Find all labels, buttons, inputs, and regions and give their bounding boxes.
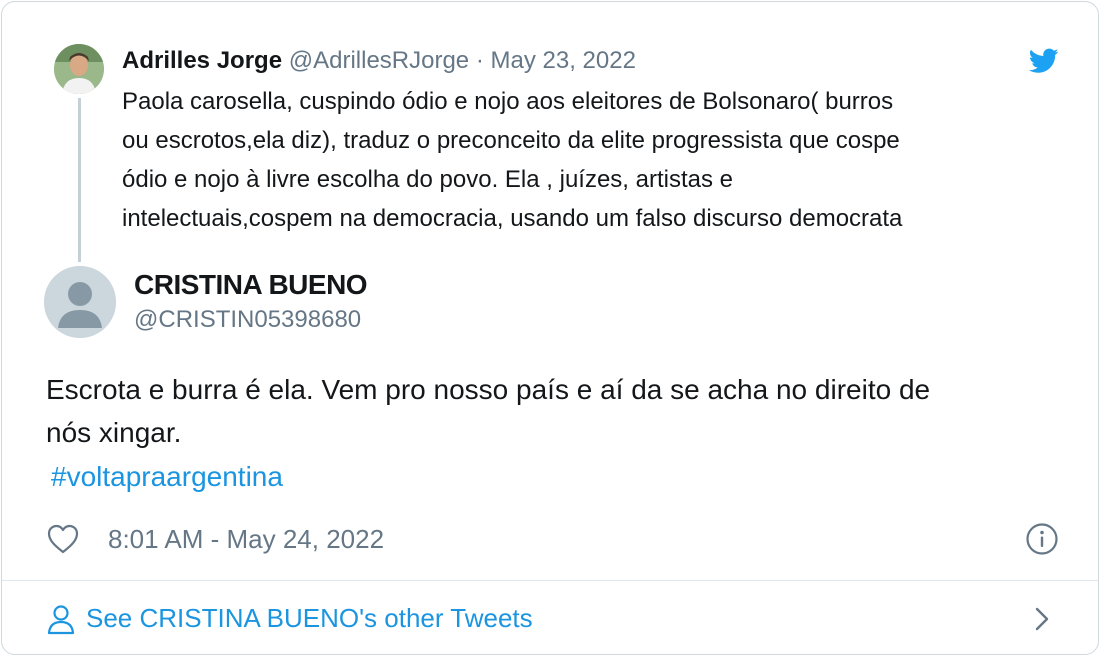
thread-connector-line: [78, 98, 81, 262]
tweet-timestamp[interactable]: 8:01 AM - May 24, 2022: [108, 522, 384, 556]
parent-text-line: ou escrotos,ela diz), traduz o preconcei…: [122, 127, 900, 154]
author-name[interactable]: CRISTINA BUENO: [134, 266, 368, 304]
parent-text-line: ódio e nojo à livre escolha do povo. Ela…: [122, 166, 734, 193]
hashtag-link[interactable]: #voltapraargentina: [51, 457, 283, 497]
parent-tweet-date[interactable]: May 23, 2022: [491, 47, 636, 74]
parent-author-name[interactable]: Adrilles Jorge: [122, 47, 282, 74]
user-icon: [47, 605, 75, 635]
see-other-tweets-label[interactable]: See CRISTINA BUENO's other Tweets: [86, 601, 533, 635]
tweet-text: Escrota e burra é ela. Vem pro nosso paí…: [46, 368, 1056, 454]
author-avatar[interactable]: [44, 266, 116, 338]
tweet-text-line: Escrota e burra é ela. Vem pro nosso paí…: [46, 374, 931, 405]
parent-tweet-text: Paola carosella, cuspindo ódio e nojo ao…: [122, 82, 1062, 238]
see-other-tweets-link[interactable]: See CRISTINA BUENO's other Tweets: [2, 581, 1098, 654]
tweet-text-line: nós xingar.: [46, 417, 182, 448]
chevron-right-icon[interactable]: [1032, 605, 1052, 633]
parent-tweet-header: Adrilles Jorge @AdrillesRJorge · May 23,…: [122, 44, 636, 78]
embedded-tweet-card: Adrilles Jorge @AdrillesRJorge · May 23,…: [1, 1, 1099, 655]
parent-author-handle[interactable]: @AdrillesRJorge: [289, 47, 469, 74]
author-handle[interactable]: @CRISTIN05398680: [134, 303, 361, 337]
info-icon[interactable]: [1025, 522, 1059, 556]
parent-author-avatar[interactable]: [54, 44, 104, 94]
parent-text-line: intelectuais,cospem na democracia, usand…: [122, 205, 903, 232]
twitter-bird-icon[interactable]: [1029, 48, 1059, 74]
default-profile-icon: [44, 266, 116, 338]
heart-icon[interactable]: [46, 523, 80, 555]
header-separator: ·: [475, 47, 484, 74]
parent-text-line: Paola carosella, cuspindo ódio e nojo ao…: [122, 88, 894, 115]
